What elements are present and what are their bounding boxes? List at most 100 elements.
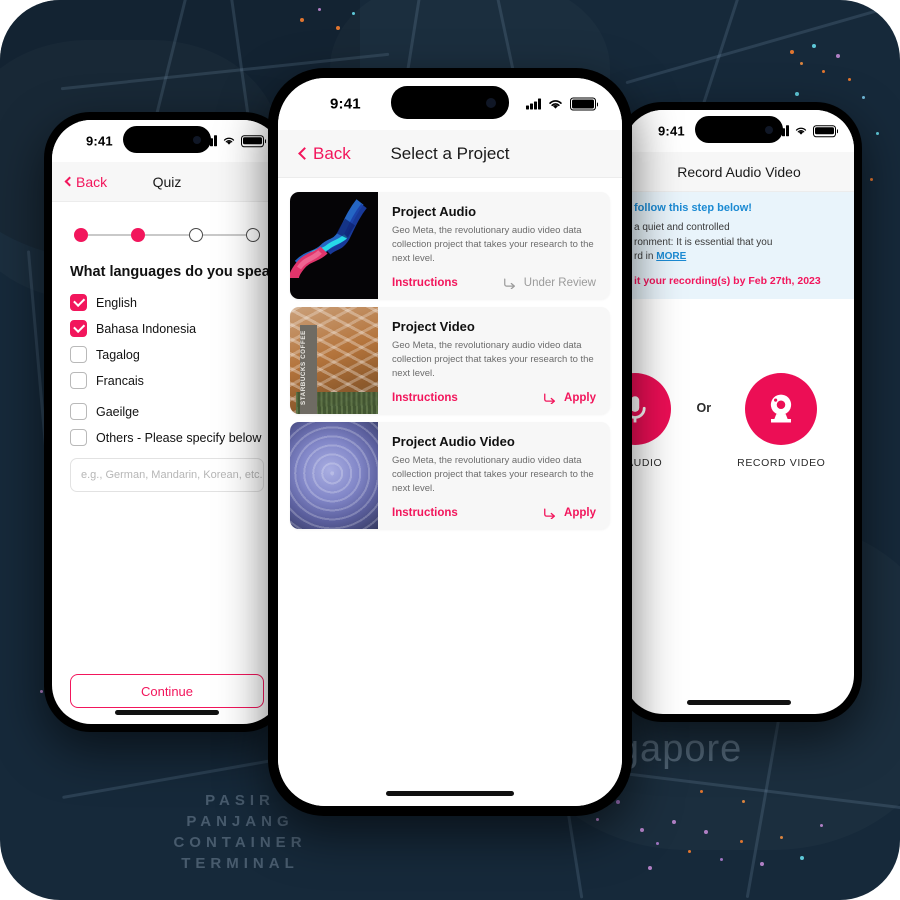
step-line (145, 234, 189, 236)
other-language-placeholder: e.g., German, Mandarin, Korean, etc. (81, 469, 263, 481)
checkbox-checked-icon[interactable] (70, 320, 87, 337)
banner-body-line-3-text: rd in (634, 251, 654, 262)
option-tagalog[interactable]: Tagalog (70, 346, 264, 363)
project-list[interactable]: Project Audio Geo Meta, the revolutionar… (278, 178, 622, 806)
phone-right-screen: 9:41 Record Audio Video follow this step… (624, 110, 854, 714)
option-label: Francais (96, 373, 144, 388)
instructions-link[interactable]: Instructions (392, 277, 458, 289)
status-icons (774, 125, 836, 137)
home-indicator[interactable] (687, 700, 791, 705)
page-title: Quiz (152, 173, 182, 190)
instructions-link[interactable]: Instructions (392, 392, 458, 404)
project-description: Geo Meta, the revolutionary audio video … (392, 455, 594, 494)
status-time: 9:41 (658, 123, 685, 139)
project-description: Geo Meta, the revolutionary audio video … (392, 225, 594, 264)
webcam-icon (771, 394, 792, 422)
cellular-signal-icon (774, 125, 789, 137)
quiz-body: What languages do you speak? English Bah… (52, 202, 282, 724)
other-language-input[interactable]: e.g., German, Mandarin, Korean, etc. (70, 458, 264, 492)
phone-center-select-project: 9:41 Back Select a Project Project Audio… (268, 68, 632, 816)
project-status: Under Review (503, 277, 596, 289)
project-info: Project Audio Video Geo Meta, the revolu… (378, 422, 610, 529)
more-link[interactable]: MORE (656, 251, 686, 262)
status-icons (202, 135, 264, 147)
project-description: Geo Meta, the revolutionary audio video … (392, 340, 594, 379)
starbucks-coffee-storefront-thumbnail: STARBUCKS COFFEE (290, 307, 378, 414)
phone-left-quiz: 9:41 Back Quiz What languages do you spe… (44, 112, 290, 732)
dynamic-island (123, 126, 211, 153)
battery-icon (570, 97, 596, 111)
project-info: Project Audio Geo Meta, the revolutionar… (378, 192, 610, 299)
chevron-left-icon (298, 147, 311, 160)
checkbox-checked-icon[interactable] (70, 294, 87, 311)
project-title: Project Audio (392, 204, 477, 219)
map-road (625, 0, 900, 84)
progress-stepper (74, 228, 260, 242)
front-camera-icon (193, 135, 201, 144)
wifi-icon (223, 137, 235, 145)
instructions-link[interactable]: Instructions (392, 507, 458, 519)
back-button-label: Back (313, 143, 351, 163)
option-francais[interactable]: Francais (70, 372, 264, 389)
option-label: Tagalog (96, 347, 140, 362)
option-label: Gaeilge (96, 404, 140, 419)
project-card[interactable]: Project Audio Video Geo Meta, the revolu… (290, 422, 610, 529)
option-others[interactable]: Others - Please specify below (70, 429, 264, 446)
apply-action[interactable]: Apply (543, 507, 596, 519)
phone-center-screen: 9:41 Back Select a Project Project Audio… (278, 78, 622, 806)
record-video-action[interactable]: RECORD VIDEO (737, 372, 826, 469)
project-title: Project Video (392, 319, 475, 334)
step-line (88, 234, 132, 236)
project-actions: Instructions Apply (392, 392, 596, 404)
banner-due-date: it your recording(s) by Feb 27th, 2023 (634, 274, 821, 287)
dynamic-island (391, 86, 509, 119)
step-dot-2[interactable] (131, 228, 146, 242)
project-card[interactable]: Project Audio Geo Meta, the revolutionar… (290, 192, 610, 299)
step-dot-1[interactable] (74, 228, 88, 242)
checkbox-icon[interactable] (70, 403, 87, 420)
project-actions: Instructions Apply (392, 507, 596, 519)
status-bar: 9:41 (624, 110, 854, 152)
continue-button[interactable]: Continue (70, 674, 264, 708)
step-dot-4[interactable] (245, 228, 260, 242)
arrow-turn-right-icon (544, 507, 556, 519)
wifi-icon (795, 127, 807, 135)
apply-label: Apply (564, 392, 596, 404)
cellular-signal-icon (526, 98, 541, 110)
step-dot-3[interactable] (188, 228, 203, 242)
cellular-signal-icon (202, 135, 217, 147)
nav-bar-record: Record Audio Video (624, 152, 854, 192)
page-title: Select a Project (390, 143, 510, 163)
home-indicator[interactable] (115, 710, 219, 715)
battery-icon (241, 135, 264, 147)
front-camera-icon (765, 125, 773, 134)
apply-action[interactable]: Apply (543, 392, 596, 404)
project-actions: Instructions Under Review (392, 277, 596, 289)
arrow-turn-right-icon (544, 392, 556, 404)
banner-body-line-2: ronment: It is essential that you (634, 236, 773, 248)
back-button[interactable]: Back (64, 174, 107, 190)
option-gaeilge[interactable]: Gaeilge (70, 403, 264, 420)
storefront-sign-text: STARBUCKS COFFEE (300, 325, 317, 414)
nav-bar-select-project: Back Select a Project (278, 130, 622, 178)
status-badge: Under Review (523, 277, 596, 289)
back-button[interactable]: Back (298, 143, 351, 164)
checkbox-icon[interactable] (70, 429, 87, 446)
record-video-button[interactable] (745, 372, 818, 445)
checkbox-icon[interactable] (70, 372, 87, 389)
or-separator: Or (696, 400, 712, 415)
status-icons (526, 97, 596, 111)
arrow-turn-right-icon (503, 278, 515, 289)
option-bahasa-indonesia[interactable]: Bahasa Indonesia (70, 320, 264, 337)
record-video-label: RECORD VIDEO (737, 456, 826, 469)
front-camera-icon (486, 97, 496, 108)
project-card[interactable]: STARBUCKS COFFEE Project Video Geo Meta,… (290, 307, 610, 414)
banner-body-line-3: rd in MORE (624, 250, 854, 265)
record-actions: RD AUDIO Or RECORD VIDEO (624, 372, 854, 469)
home-indicator[interactable] (386, 790, 514, 796)
nav-bar-quiz: Back Quiz (52, 162, 282, 202)
banner-heading: follow this step below! (634, 202, 752, 214)
checkbox-icon[interactable] (70, 346, 87, 363)
option-english[interactable]: English (70, 294, 264, 311)
phone-left-screen: 9:41 Back Quiz What languages do you spe… (52, 120, 282, 724)
